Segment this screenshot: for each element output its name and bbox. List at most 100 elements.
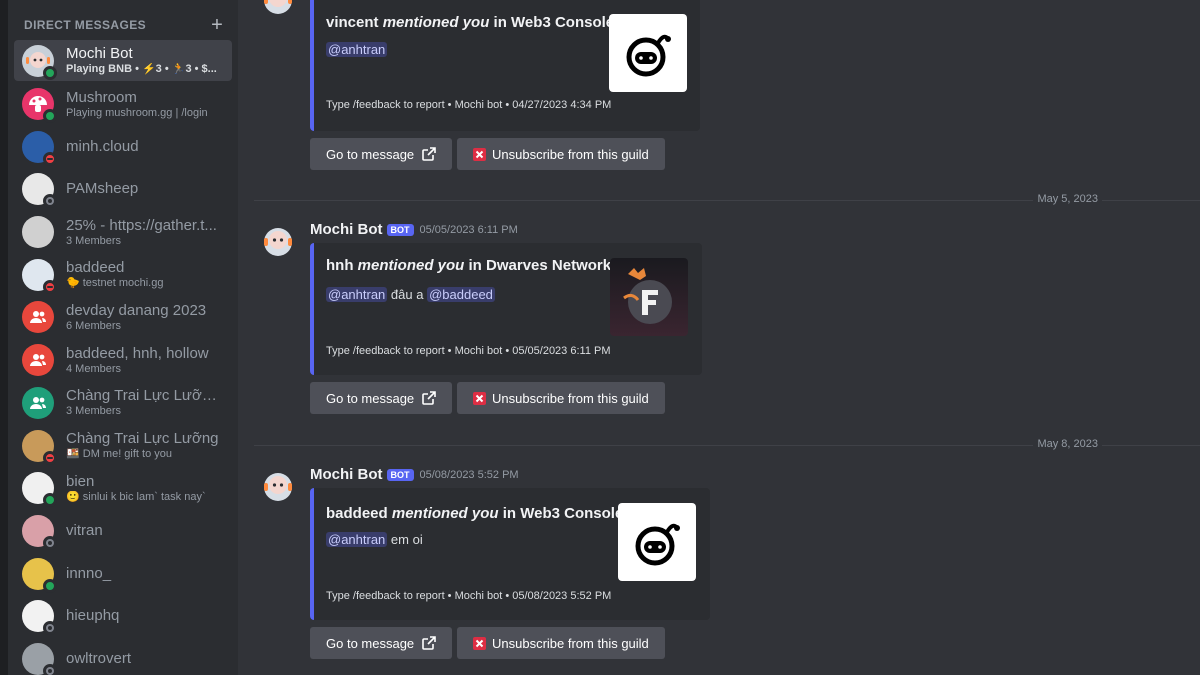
dm-item[interactable]: minh.cloud: [14, 125, 232, 168]
dm-header: DIRECT MESSAGES +: [8, 0, 238, 40]
dm-item[interactable]: Mochi Bot Playing BNB • ⚡3 • 🏃3 • $...: [14, 40, 232, 81]
user-mention[interactable]: @anhtran: [326, 287, 388, 302]
dm-name: bien: [66, 472, 95, 490]
dm-item[interactable]: 25% - https://gather.t... 3 Members: [14, 211, 232, 254]
embed-in: in: [493, 14, 507, 31]
web3-console-logo-thumbnail: [618, 503, 696, 581]
message-header: Mochi Bot BOT 05/08/2023 5:52 PM: [310, 466, 519, 483]
embed-guild[interactable]: Dwarves Network: [486, 257, 611, 274]
status-dnd-icon: [43, 450, 57, 465]
cross-mark-icon: [473, 391, 486, 405]
user-mention[interactable]: @anhtran: [326, 532, 388, 547]
create-dm-plus-icon[interactable]: +: [208, 15, 226, 35]
dm-subtitle: 6 Members: [66, 319, 122, 332]
embed-description: @anhtran đâu a @baddeed: [326, 287, 495, 302]
go-to-message-button[interactable]: Go to message: [310, 138, 453, 170]
embed-footer: Type /feedback to report • Mochi bot • 0…: [326, 590, 612, 602]
dm-item[interactable]: baddeed, hnh, hollow 4 Members: [14, 339, 232, 382]
dm-text: minh.cloud: [66, 138, 224, 156]
dm-item[interactable]: Chàng Trai Lực Lưỡng,... 3 Members: [14, 382, 232, 425]
dm-name: Mochi Bot: [66, 45, 133, 62]
embed-title: baddeed mentioned you in Web3 Console: [326, 505, 623, 522]
embed-desc-text: đâu a: [390, 287, 424, 302]
embed-mentioned: mentioned you: [391, 505, 499, 522]
date-label: May 5, 2023: [1033, 193, 1102, 205]
go-to-message-button[interactable]: Go to message: [310, 382, 453, 414]
mochi-bot-avatar-icon[interactable]: [260, 469, 296, 505]
dm-item[interactable]: owltrovert: [14, 638, 232, 675]
status-dnd-icon: [43, 279, 57, 294]
dm-name: devday danang 2023: [66, 301, 207, 319]
cross-mark-icon: [473, 636, 486, 650]
dm-name: Chàng Trai Lực Lưỡng: [66, 430, 219, 448]
embed-guild[interactable]: Web3 Console: [511, 14, 614, 31]
status-offline-icon: [43, 535, 57, 550]
mochi-bot-avatar-icon[interactable]: [260, 224, 296, 260]
dm-item[interactable]: devday danang 2023 6 Members: [14, 296, 232, 339]
group-icon: [22, 386, 54, 419]
dm-text: 25% - https://gather.t... 3 Members: [66, 217, 224, 248]
dm-name: baddeed, hnh, hollow: [66, 344, 209, 362]
dm-name: vitran: [66, 521, 103, 539]
web3-console-logo-thumbnail: [609, 14, 687, 92]
unsubscribe-button[interactable]: Unsubscribe from this guild: [457, 627, 665, 659]
dm-sidebar: DIRECT MESSAGES + Mochi Bot Playing BNB •…: [8, 0, 238, 675]
go-to-message-label: Go to message: [326, 635, 415, 651]
status-offline-icon: [43, 663, 57, 675]
dm-subtitle: 3 Members: [66, 234, 122, 247]
group-photo-avatar-icon: [22, 216, 54, 249]
dm-item[interactable]: hieuphq: [14, 595, 232, 638]
embed-actor: baddeed: [326, 505, 388, 522]
go-to-message-button[interactable]: Go to message: [310, 627, 453, 659]
discord-app: DIRECT MESSAGES + Mochi Bot Playing BNB •…: [0, 0, 1200, 675]
mention-embed: hnh mentioned you in Dwarves Network @an…: [310, 243, 702, 375]
mochi-bot-avatar-icon[interactable]: [260, 0, 296, 18]
embed-description: @anhtran em oi: [326, 532, 423, 547]
pamsheep-avatar-icon: [22, 173, 57, 209]
dm-text: baddeed 🐤 testnet mochi.gg: [66, 259, 224, 290]
dm-subtitle: 3 Members: [66, 405, 122, 418]
unsubscribe-button[interactable]: Unsubscribe from this guild: [457, 138, 665, 170]
author-name[interactable]: Mochi Bot: [310, 221, 383, 238]
dm-item[interactable]: vitran: [14, 510, 232, 553]
hieuphq-avatar-icon: [22, 600, 57, 636]
dm-item[interactable]: innno_: [14, 552, 232, 595]
embed-guild[interactable]: Web3 Console: [520, 505, 623, 522]
unsubscribe-label: Unsubscribe from this guild: [492, 390, 649, 406]
user-mention[interactable]: @baddeed: [427, 287, 495, 302]
author-name[interactable]: Mochi Bot: [310, 466, 383, 483]
status-online-icon: [43, 109, 57, 124]
group-icon: [22, 301, 54, 334]
dm-name: Mushroom: [66, 88, 137, 106]
dm-name: owltrovert: [66, 649, 132, 667]
message-timestamp: 05/05/2023 6:11 PM: [419, 223, 518, 236]
external-link-icon: [422, 636, 436, 650]
user-mention[interactable]: @anhtran: [326, 42, 388, 57]
message-header: Mochi Bot BOT 05/05/2023 6:11 PM: [310, 221, 518, 238]
status-online-icon: [43, 578, 57, 593]
dm-item[interactable]: baddeed 🐤 testnet mochi.gg: [14, 253, 232, 296]
dm-subtitle: 4 Members: [66, 362, 122, 375]
mochi-bot-avatar-icon: [22, 44, 57, 80]
chat-main: vincent mentioned you in Web3 Console @a…: [238, 0, 1200, 675]
dm-subtitle: Playing mushroom.gg | /login: [66, 106, 208, 119]
dm-item[interactable]: PAMsheep: [14, 168, 232, 211]
dm-header-title: DIRECT MESSAGES: [24, 18, 147, 32]
dwarves-network-logo-thumbnail: [610, 258, 688, 336]
embed-mentioned: mentioned you: [382, 14, 490, 31]
dm-name: minh.cloud: [66, 137, 139, 155]
dm-text: vitran: [66, 522, 224, 540]
status-offline-icon: [43, 621, 57, 636]
dm-subtitle: 🙂 sinlui k bic lam` task nay`: [66, 490, 206, 503]
dm-item[interactable]: Mushroom Playing mushroom.gg | /login: [14, 83, 232, 126]
embed-in: in: [502, 505, 517, 522]
embed-title: vincent mentioned you in Web3 Console: [326, 14, 614, 31]
doge-avatar-icon: [22, 429, 57, 465]
dm-item[interactable]: bien 🙂 sinlui k bic lam` task nay`: [14, 467, 232, 510]
cross-mark-icon: [473, 147, 486, 161]
embed-footer: Type /feedback to report • Mochi bot • 0…: [326, 99, 612, 111]
bien-avatar-icon: [22, 472, 57, 508]
dm-item[interactable]: Chàng Trai Lực Lưỡng 🍱 DM me! gift to you: [14, 424, 232, 467]
unsubscribe-button[interactable]: Unsubscribe from this guild: [457, 382, 665, 414]
vitran-avatar-icon: [22, 514, 57, 550]
